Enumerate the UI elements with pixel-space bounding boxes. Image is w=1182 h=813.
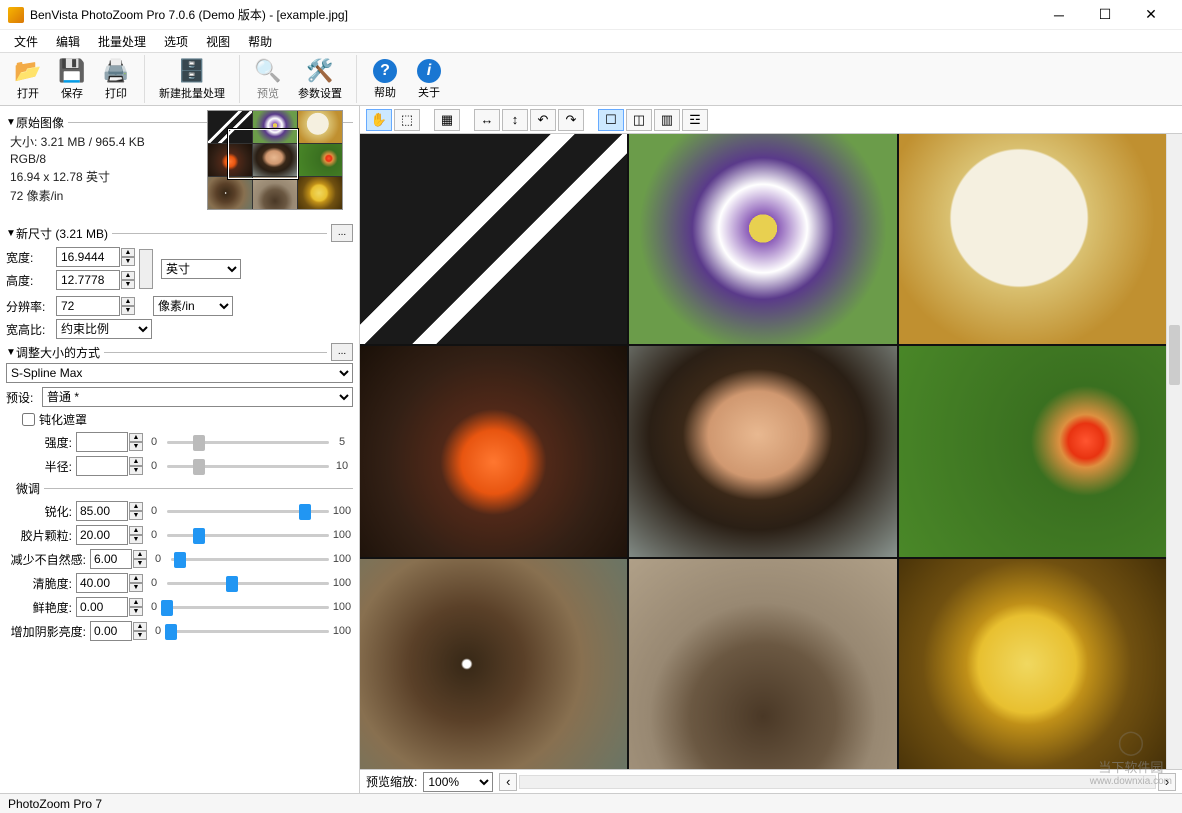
- hand-tool[interactable]: ✋: [366, 109, 392, 131]
- preview-canvas[interactable]: [360, 134, 1166, 769]
- zoom-label: 预览缩放:: [366, 773, 417, 790]
- minimize-button[interactable]: ─: [1036, 0, 1082, 30]
- ratio-select[interactable]: 约束比例: [56, 319, 152, 339]
- help-button[interactable]: ?帮助: [363, 55, 407, 103]
- unsharp-checkbox[interactable]: [22, 413, 35, 426]
- undo-button[interactable]: ↶: [530, 109, 556, 131]
- sharpen-slider[interactable]: [167, 502, 329, 520]
- status-text: PhotoZoom Pro 7: [8, 797, 102, 811]
- strength-spinner[interactable]: ▲▼: [129, 433, 143, 451]
- settings-button[interactable]: 🛠️参数设置: [290, 55, 350, 103]
- app-icon: [8, 7, 24, 23]
- menu-options[interactable]: 选项: [156, 31, 196, 52]
- vivid-input[interactable]: [76, 597, 128, 617]
- resolution-input[interactable]: [56, 296, 120, 316]
- radius-label: 半径:: [6, 458, 76, 475]
- maximize-button[interactable]: ☐: [1082, 0, 1128, 30]
- strength-slider[interactable]: [167, 433, 329, 451]
- menu-batch[interactable]: 批量处理: [90, 31, 154, 52]
- menu-help[interactable]: 帮助: [240, 31, 280, 52]
- new-batch-button[interactable]: 🗄️新建批量处理: [151, 55, 233, 103]
- select-tool[interactable]: ⬚: [394, 109, 420, 131]
- resize-method-select[interactable]: S-Spline Max: [6, 363, 353, 383]
- zoom-scroll-right[interactable]: ›: [1158, 773, 1176, 791]
- zoom-scroll-left[interactable]: ‹: [499, 773, 517, 791]
- menubar: 文件 编辑 批量处理 选项 视图 帮助: [0, 30, 1182, 52]
- ratio-label: 宽高比:: [6, 321, 56, 338]
- statusbar: PhotoZoom Pro 7: [0, 793, 1182, 813]
- menu-edit[interactable]: 编辑: [48, 31, 88, 52]
- width-spinner[interactable]: ▲▼: [121, 248, 135, 266]
- shadow-input[interactable]: [90, 621, 132, 641]
- preset-label: 预设:: [6, 389, 42, 406]
- link-wh-toggle[interactable]: [139, 249, 153, 289]
- view-quad[interactable]: ☲: [682, 109, 708, 131]
- vertical-scrollbar[interactable]: [1166, 134, 1182, 769]
- width-label: 宽度:: [6, 249, 56, 266]
- menu-view[interactable]: 视图: [198, 31, 238, 52]
- print-button[interactable]: 🖨️打印: [94, 55, 138, 103]
- menu-file[interactable]: 文件: [6, 31, 46, 52]
- titlebar: BenVista PhotoZoom Pro 7.0.6 (Demo 版本) -…: [0, 0, 1182, 30]
- artifact-input[interactable]: [90, 549, 132, 569]
- view-split-h[interactable]: ▥: [654, 109, 680, 131]
- resolution-label: 分辨率:: [6, 298, 56, 315]
- sharpen-input[interactable]: [76, 501, 128, 521]
- height-input[interactable]: [56, 270, 120, 290]
- vivid-slider[interactable]: [167, 598, 329, 616]
- close-button[interactable]: ✕: [1128, 0, 1174, 30]
- crisp-input[interactable]: [76, 573, 128, 593]
- preview-area: ✋ ⬚ ▦ ↔ ↕ ↶ ↷ ☐ ◫ ▥ ☲ 预览缩放: 100% ‹ ›: [360, 106, 1182, 793]
- redo-button[interactable]: ↷: [558, 109, 584, 131]
- section-finetune[interactable]: ▼微调: [6, 480, 353, 497]
- shadow-slider[interactable]: [171, 622, 329, 640]
- fit-horizontal[interactable]: ↔: [474, 109, 500, 131]
- unsharp-label: 钝化遮罩: [39, 411, 87, 428]
- newsize-more-button[interactable]: ...: [331, 224, 353, 242]
- window-title: BenVista PhotoZoom Pro 7.0.6 (Demo 版本) -…: [30, 6, 1036, 23]
- section-resize[interactable]: ▼调整大小的方式 ...: [6, 343, 353, 361]
- view-single[interactable]: ☐: [598, 109, 624, 131]
- height-label: 高度:: [6, 272, 56, 289]
- unit-res-select[interactable]: 像素/in: [153, 296, 233, 316]
- preview-toolbar: ✋ ⬚ ▦ ↔ ↕ ↶ ↷ ☐ ◫ ▥ ☲: [360, 106, 1182, 134]
- artifact-slider[interactable]: [171, 550, 329, 568]
- crisp-slider[interactable]: [167, 574, 329, 592]
- open-button[interactable]: 📂打开: [6, 55, 50, 103]
- strength-label: 强度:: [6, 434, 76, 451]
- width-input[interactable]: [56, 247, 120, 267]
- resize-more-button[interactable]: ...: [331, 343, 353, 361]
- radius-input[interactable]: [76, 456, 128, 476]
- fit-vertical[interactable]: ↕: [502, 109, 528, 131]
- grain-input[interactable]: [76, 525, 128, 545]
- unit-wh-select[interactable]: 英寸: [161, 259, 241, 279]
- height-spinner[interactable]: ▲▼: [121, 271, 135, 289]
- strength-input[interactable]: [76, 432, 128, 452]
- main-toolbar: 📂打开 💾保存 🖨️打印 🗄️新建批量处理 🔍预览 🛠️参数设置 ?帮助 i关于: [0, 52, 1182, 106]
- view-split-v[interactable]: ◫: [626, 109, 652, 131]
- resolution-spinner[interactable]: ▲▼: [121, 297, 135, 315]
- preview-button[interactable]: 🔍预览: [246, 55, 290, 103]
- horizontal-scrollbar[interactable]: [519, 775, 1156, 789]
- radius-spinner[interactable]: ▲▼: [129, 457, 143, 475]
- save-button[interactable]: 💾保存: [50, 55, 94, 103]
- radius-slider[interactable]: [167, 457, 329, 475]
- auto-tool[interactable]: ▦: [434, 109, 460, 131]
- section-newsize[interactable]: ▼新尺寸 (3.21 MB) ...: [6, 224, 353, 242]
- about-button[interactable]: i关于: [407, 55, 451, 103]
- grain-slider[interactable]: [167, 526, 329, 544]
- preset-select[interactable]: 普通 *: [42, 387, 353, 407]
- zoom-select[interactable]: 100%: [423, 772, 493, 792]
- sidebar: ▼原始图像 大小: 3.21 MB / 965.4 KB RGB/8 16.94…: [0, 106, 360, 793]
- preview-bottom-bar: 预览缩放: 100% ‹ ›: [360, 769, 1182, 793]
- thumbnail-navigator[interactable]: [207, 110, 343, 210]
